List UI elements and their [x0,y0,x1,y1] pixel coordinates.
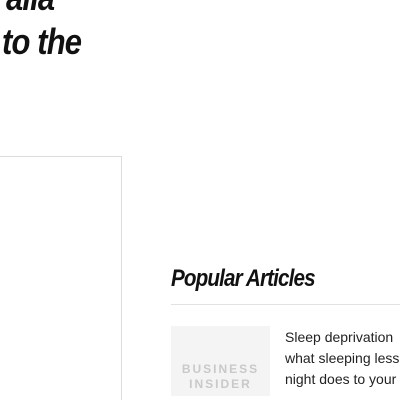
page: aiia to the Popular Articles BUSINESS IN… [0,0,400,400]
ad-placeholder [0,156,122,400]
headline-line-1: aiia [6,0,55,18]
headline-line-2: to the [2,21,82,62]
popular-articles-divider [171,304,400,305]
business-insider-logo: BUSINESS INSIDER [181,362,260,391]
popular-article-item[interactable]: BUSINESS INSIDER Sleep deprivation what … [171,326,400,400]
article-title-line: Sleep deprivation [285,329,394,345]
article-title-link[interactable]: Sleep deprivation what sleeping less nig… [285,327,400,390]
article-title-line: night does to your [285,371,397,387]
article-thumbnail[interactable]: BUSINESS INSIDER [171,326,270,396]
article-headline: aiia to the [0,0,400,64]
article-title-line: what sleeping less [285,350,400,366]
popular-articles-heading: Popular Articles [171,265,316,292]
